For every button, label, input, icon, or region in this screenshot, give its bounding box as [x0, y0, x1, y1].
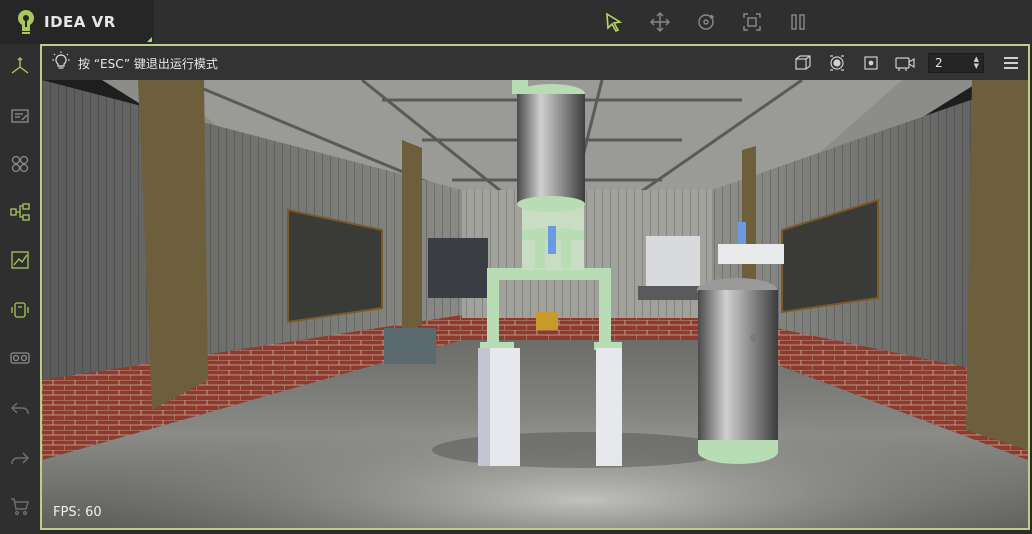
top-bar: IDEA VR	[0, 0, 1032, 44]
spinner-arrows-icon[interactable]: ▲ ▼	[974, 56, 979, 70]
select-arrow-icon[interactable]	[600, 8, 628, 36]
redo-icon[interactable]	[0, 438, 40, 478]
edit-panel-icon[interactable]	[0, 96, 40, 136]
camera-index-spinner[interactable]: 2 ▲ ▼	[928, 53, 984, 73]
cube-view-icon[interactable]	[786, 46, 820, 80]
chart-line-icon[interactable]	[0, 240, 40, 280]
grid-circles-icon[interactable]	[0, 144, 40, 184]
lightbulb-logo-icon	[16, 9, 36, 35]
app-title: IDEA VR	[44, 13, 116, 31]
pause-icon[interactable]	[784, 8, 812, 36]
scale-icon[interactable]	[738, 8, 766, 36]
focus-icon[interactable]	[854, 46, 888, 80]
rotate-icon[interactable]	[692, 8, 720, 36]
camera-icon[interactable]	[888, 46, 922, 80]
left-sidebar	[0, 44, 40, 534]
axis-icon[interactable]	[0, 46, 40, 86]
hierarchy-icon[interactable]	[0, 192, 40, 232]
3d-viewport[interactable]: 按 “ESC” 键退出运行模式 2 ▲ ▼ FPS: 60	[40, 44, 1030, 530]
move-icon[interactable]	[646, 8, 674, 36]
app-window: IDEA VR 按 “ESC” 键退出运行模式 2 ▲ ▼ FPS: 60	[0, 0, 1032, 534]
undo-icon[interactable]	[0, 388, 40, 428]
run-mode-hint: 按 “ESC” 键退出运行模式	[52, 51, 218, 75]
device-icon[interactable]	[0, 290, 40, 330]
hint-text: 按 “ESC” 键退出运行模式	[78, 56, 218, 71]
fps-counter: FPS: 60	[53, 505, 102, 520]
screenshot-icon[interactable]	[820, 46, 854, 80]
brand: IDEA VR	[0, 0, 154, 44]
viewport-tools: 2 ▲ ▼	[786, 46, 1028, 80]
vr-glasses-icon[interactable]	[0, 338, 40, 378]
hamburger-menu-icon[interactable]	[994, 46, 1028, 80]
viewport-header: 按 “ESC” 键退出运行模式 2 ▲ ▼	[42, 46, 1028, 80]
brand-corner-mark	[147, 37, 152, 42]
camera-index-value: 2	[935, 56, 943, 70]
warehouse-scene[interactable]	[42, 80, 1028, 528]
lightbulb-hint-icon	[52, 51, 70, 75]
cart-icon[interactable]	[0, 486, 40, 526]
transform-tools	[600, 8, 812, 36]
